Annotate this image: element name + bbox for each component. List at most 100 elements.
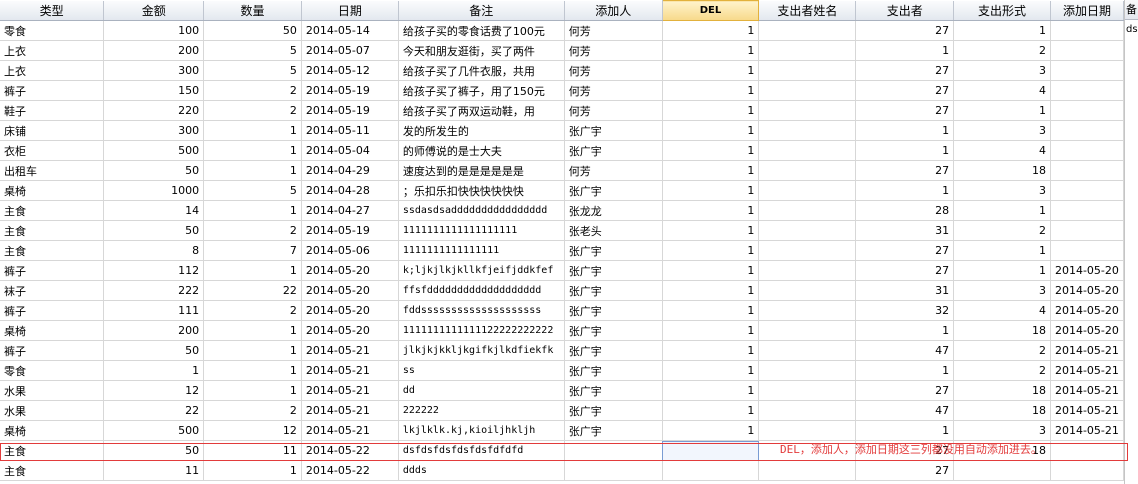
cell-payer-name[interactable] [758,140,857,161]
cell-remark[interactable]: ddds [398,460,565,481]
cell-quantity[interactable]: 1 [203,320,302,341]
cell-type[interactable]: 主食 [0,440,105,461]
table-row[interactable]: 裤子 150 2 2014-05-19 给孩子买了裤子，用了150元 何芳 1 27 4 [0,80,1124,101]
cell-quantity[interactable]: 5 [203,60,302,81]
cell-amount[interactable]: 500 [103,420,205,441]
cell-del[interactable]: 1 [662,220,760,241]
cell-added-by[interactable]: 何芳 [564,40,663,61]
cell-payer-name[interactable] [758,80,857,101]
cell-amount[interactable]: 150 [103,80,205,101]
cell-amount[interactable]: 500 [103,140,205,161]
cell-type[interactable]: 桌椅 [0,420,105,441]
cell-type[interactable]: 桌椅 [0,320,105,341]
cell-added-by[interactable]: 何芳 [564,160,663,181]
cell-remark[interactable]: 1111111111111111111 [398,220,565,241]
cell-payer[interactable]: 47 [855,400,955,421]
table-row[interactable]: 主食 50 2 2014-05-19 1111111111111111111 张老头 1 31… [0,220,1124,241]
table-row[interactable]: 主食 14 1 2014-04-27 ssdasdsadddddddddddddddd 张… [0,200,1124,221]
cell-type[interactable]: 主食 [0,220,105,241]
cell-pay-method[interactable]: 3 [953,120,1051,141]
cell-payer[interactable]: 1 [855,140,955,161]
table-row[interactable]: 桌椅 200 1 2014-05-20 111111111111112222222222… [0,320,1124,341]
cell-type[interactable]: 水果 [0,400,105,421]
cell-payer[interactable]: 27 [855,240,955,261]
cell-payer[interactable]: 27 [855,100,955,121]
cell-added-by[interactable]: 何芳 [564,80,663,101]
cell-quantity[interactable]: 2 [203,100,302,121]
cell-remark[interactable]: ffsfddddddddddddddddddd [398,280,565,301]
cell-amount[interactable]: 11 [103,460,205,481]
adjacent-cell[interactable]: ds [1125,20,1138,39]
cell-quantity[interactable]: 22 [203,280,302,301]
cell-added-by[interactable]: 何芳 [564,20,663,41]
cell-payer-name[interactable] [758,420,857,441]
cell-pay-method[interactable]: 3 [953,420,1051,441]
cell-del[interactable]: 1 [662,200,760,221]
table-row[interactable]: 主食 11 1 2014-05-22 ddds 27 [0,460,1124,481]
cell-payer[interactable]: 1 [855,420,955,441]
cell-amount[interactable]: 50 [103,220,205,241]
cell-added-by[interactable]: 张广宇 [564,280,663,301]
cell-date[interactable]: 2014-05-20 [301,260,399,281]
cell-date[interactable]: 2014-05-19 [301,100,399,121]
cell-added-date[interactable]: 2014-05-20 [1050,280,1124,301]
cell-amount[interactable]: 112 [103,260,205,281]
column-header-remark[interactable]: 备注 [398,0,565,21]
cell-type[interactable]: 零食 [0,360,105,381]
cell-del[interactable]: 1 [662,280,760,301]
cell-added-by[interactable]: 何芳 [564,100,663,121]
cell-remark[interactable]: 给孩子买了两双运动鞋，用 [398,100,565,121]
cell-added-date[interactable] [1050,40,1124,61]
cell-type[interactable]: 主食 [0,460,105,481]
cell-del[interactable]: 1 [662,120,760,141]
cell-added-by[interactable]: 张广宇 [564,120,663,141]
column-header-amount[interactable]: 金额 [103,0,205,21]
cell-added-by[interactable] [564,460,663,481]
cell-type[interactable]: 裤子 [0,340,105,361]
cell-date[interactable]: 2014-05-21 [301,360,399,381]
cell-payer[interactable]: 47 [855,340,955,361]
cell-pay-method[interactable]: 1 [953,260,1051,281]
table-row[interactable]: 袜子 222 22 2014-05-20 ffsfddddddddddddddddddd… [0,280,1124,301]
column-header-added-date[interactable]: 添加日期 [1050,0,1124,21]
cell-amount[interactable]: 222 [103,280,205,301]
cell-payer-name[interactable] [758,240,857,261]
table-row[interactable]: 床铺 300 1 2014-05-11 发的所发生的 张广宇 1 1 3 [0,120,1124,141]
table-row[interactable]: 水果 12 1 2014-05-21 dd 张广宇 1 27 18 2014-05-21 [0,380,1124,401]
cell-payer-name[interactable] [758,260,857,281]
cell-del[interactable]: 1 [662,260,760,281]
cell-added-date[interactable]: 2014-05-20 [1050,300,1124,321]
cell-payer[interactable]: 27 [855,160,955,181]
cell-pay-method[interactable]: 3 [953,280,1051,301]
cell-payer[interactable]: 27 [855,260,955,281]
cell-payer[interactable]: 31 [855,220,955,241]
cell-quantity[interactable]: 1 [203,380,302,401]
cell-date[interactable]: 2014-05-21 [301,400,399,421]
cell-amount[interactable]: 50 [103,440,205,461]
column-header-payer[interactable]: 支出者 [855,0,955,21]
cell-type[interactable]: 水果 [0,380,105,401]
cell-quantity[interactable]: 1 [203,120,302,141]
cell-del[interactable] [662,460,760,481]
cell-pay-method[interactable]: 3 [953,180,1051,201]
cell-amount[interactable]: 22 [103,400,205,421]
cell-quantity[interactable]: 2 [203,80,302,101]
cell-type[interactable]: 床铺 [0,120,105,141]
cell-remark[interactable]: 1111111111111122222222222 [398,320,565,341]
cell-added-by[interactable]: 张广宇 [564,240,663,261]
cell-amount[interactable]: 200 [103,320,205,341]
cell-added-by[interactable]: 张广宇 [564,380,663,401]
cell-date[interactable]: 2014-05-11 [301,120,399,141]
cell-remark[interactable]: fddssssssssssssssssssss [398,300,565,321]
cell-date[interactable]: 2014-05-20 [301,320,399,341]
cell-date[interactable]: 2014-05-20 [301,300,399,321]
cell-added-by[interactable]: 张广宇 [564,300,663,321]
cell-type[interactable]: 裤子 [0,260,105,281]
cell-pay-method[interactable]: 4 [953,300,1051,321]
cell-type[interactable]: 袜子 [0,280,105,301]
cell-payer-name[interactable] [758,100,857,121]
cell-type[interactable]: 衣柜 [0,140,105,161]
cell-type[interactable]: 裤子 [0,300,105,321]
cell-added-by[interactable]: 张广宇 [564,420,663,441]
cell-amount[interactable]: 1 [103,360,205,381]
